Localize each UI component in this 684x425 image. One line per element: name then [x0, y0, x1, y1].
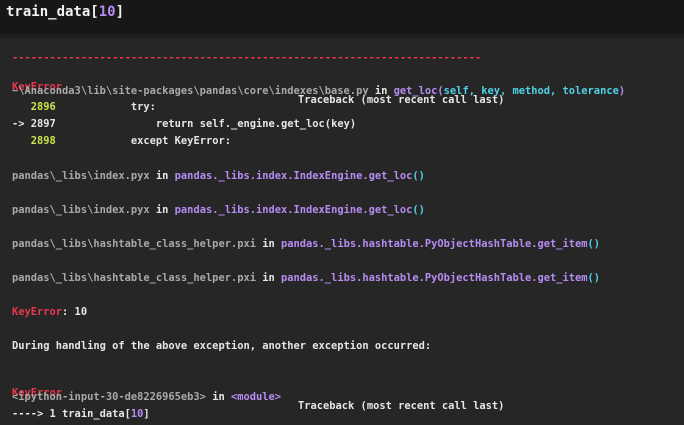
final-error: KeyError: 10 — [12, 306, 87, 319]
code-line-2897: -> 2897 return self._engine.get_loc(key) — [12, 118, 357, 130]
current-line-arrow: ----> 1 — [12, 408, 63, 420]
code-line-1: ----> 1 train_data[10] — [12, 408, 150, 420]
frame-hashtable-1: pandas\_libs\hashtable_class_helper.pxi … — [12, 238, 601, 250]
code-index: 10 — [98, 4, 116, 20]
traceback-label: Traceback (most recent call last) — [298, 400, 505, 412]
line-number: 2897 — [30, 118, 56, 130]
input-cell[interactable]: train_data[10] — [0, 0, 684, 34]
traceback-divider: ----------------------------------------… — [12, 52, 482, 64]
current-line-arrow: -> — [12, 118, 31, 130]
line-number: 2898 — [30, 135, 56, 147]
frame-base-py: ~\Anaconda3\lib\site-packages\pandas\cor… — [12, 85, 626, 97]
code-line-2898: 2898 except KeyError: — [30, 135, 231, 147]
frame-ipython-input: <ipython-input-30-de8226965eb3> in <modu… — [12, 391, 282, 403]
code-prefix: train_data[ — [6, 4, 99, 20]
traceback-header-1: KeyError Traceback (most recent call las… — [12, 68, 504, 106]
code-suffix: ] — [115, 4, 125, 20]
frame-args: self, key, method, tolerance — [443, 85, 619, 97]
frame-func: get_loc — [393, 85, 438, 97]
frame-index-pyx-1: pandas\_libs\index.pyx in pandas._libs.i… — [12, 170, 425, 182]
frame-path: ~\Anaconda3\lib\site-packages\pandas\cor… — [12, 85, 369, 97]
frame-path: <ipython-input-30-de8226965eb3> — [12, 391, 206, 403]
line-number: 2896 — [30, 101, 56, 113]
error-message: : 10 — [62, 306, 88, 318]
code-line-2896: 2896 try: — [30, 101, 156, 113]
frame-hashtable-2: pandas\_libs\hashtable_class_helper.pxi … — [12, 272, 601, 284]
during-handling-message: During handling of the above exception, … — [12, 340, 432, 352]
error-name: KeyError — [12, 306, 63, 318]
input-code[interactable]: train_data[10] — [6, 3, 124, 21]
output-area: ----------------------------------------… — [0, 38, 684, 425]
traceback-header-2: KeyError Traceback (most recent call las… — [12, 374, 504, 412]
frame-index-pyx-2: pandas\_libs\index.pyx in pandas._libs.i… — [12, 204, 425, 216]
frame-func: <module> — [230, 391, 282, 403]
